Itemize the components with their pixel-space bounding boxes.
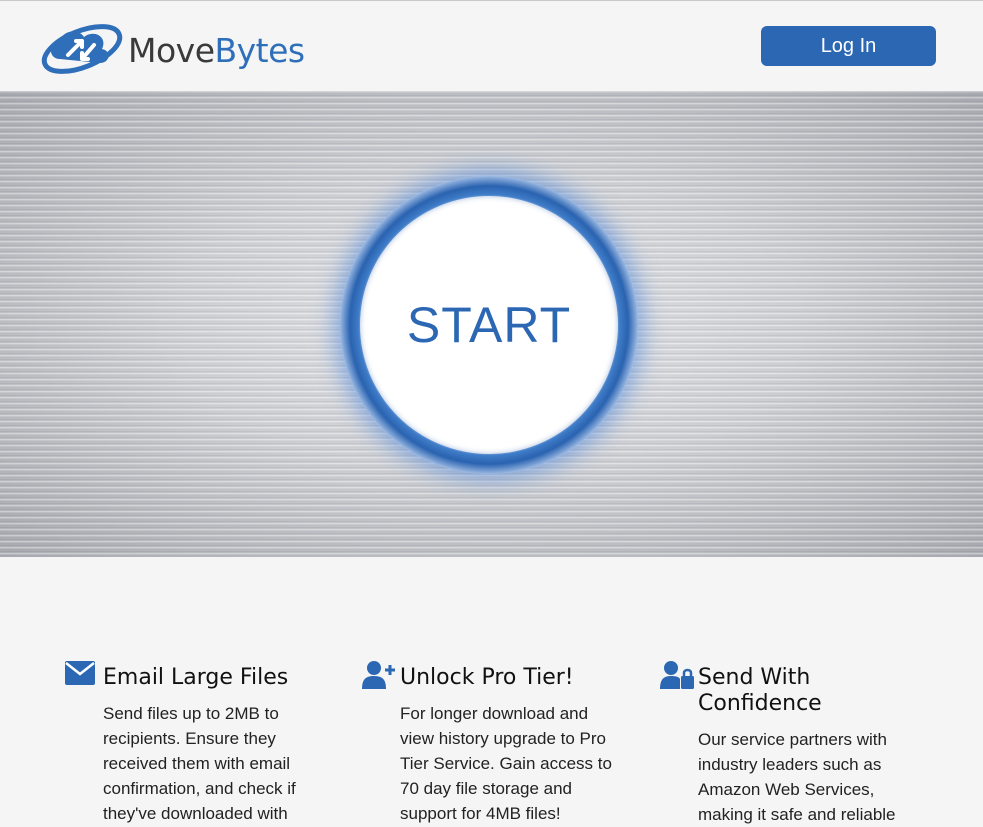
feature-unlock-pro-tier: Unlock Pro Tier! For longer download and…: [362, 661, 622, 826]
user-lock-icon: [660, 661, 694, 691]
feature-body: Send files up to 2MB to recipients. Ensu…: [103, 704, 296, 823]
start-button[interactable]: START: [340, 176, 638, 474]
login-button[interactable]: Log In: [761, 26, 936, 66]
hero-banner: START: [0, 91, 983, 557]
envelope-icon: [65, 661, 99, 691]
feature-body: Our service partners with industry leade…: [698, 730, 896, 824]
feature-title: Send With Confidence: [698, 665, 822, 716]
logo-word-bytes: Bytes: [214, 30, 306, 70]
feature-body: For longer download and view history upg…: [400, 704, 612, 823]
feature-email-large-files: Email Large Files Send files up to 2MB t…: [65, 661, 325, 826]
feature-title: Unlock Pro Tier!: [400, 665, 574, 690]
user-plus-icon: [362, 661, 396, 691]
cloud-transfer-logo-icon: [41, 24, 123, 74]
start-label: START: [406, 297, 572, 353]
logo-word-move: Move: [128, 30, 215, 70]
logo-wordmark: MoveBytes: [128, 31, 305, 70]
feature-title: Email Large Files: [103, 665, 289, 690]
feature-header: Send With Confidence: [660, 661, 920, 717]
feature-send-with-confidence: Send With Confidence Our service partner…: [660, 661, 920, 827]
features-section: Email Large Files Send files up to 2MB t…: [0, 557, 983, 826]
feature-header: Unlock Pro Tier!: [362, 661, 622, 691]
site-header: MoveBytes Log In: [0, 1, 983, 91]
start-button-face[interactable]: START: [360, 196, 618, 454]
feature-header: Email Large Files: [65, 661, 325, 691]
movebytes-logo[interactable]: MoveBytes: [38, 15, 308, 79]
